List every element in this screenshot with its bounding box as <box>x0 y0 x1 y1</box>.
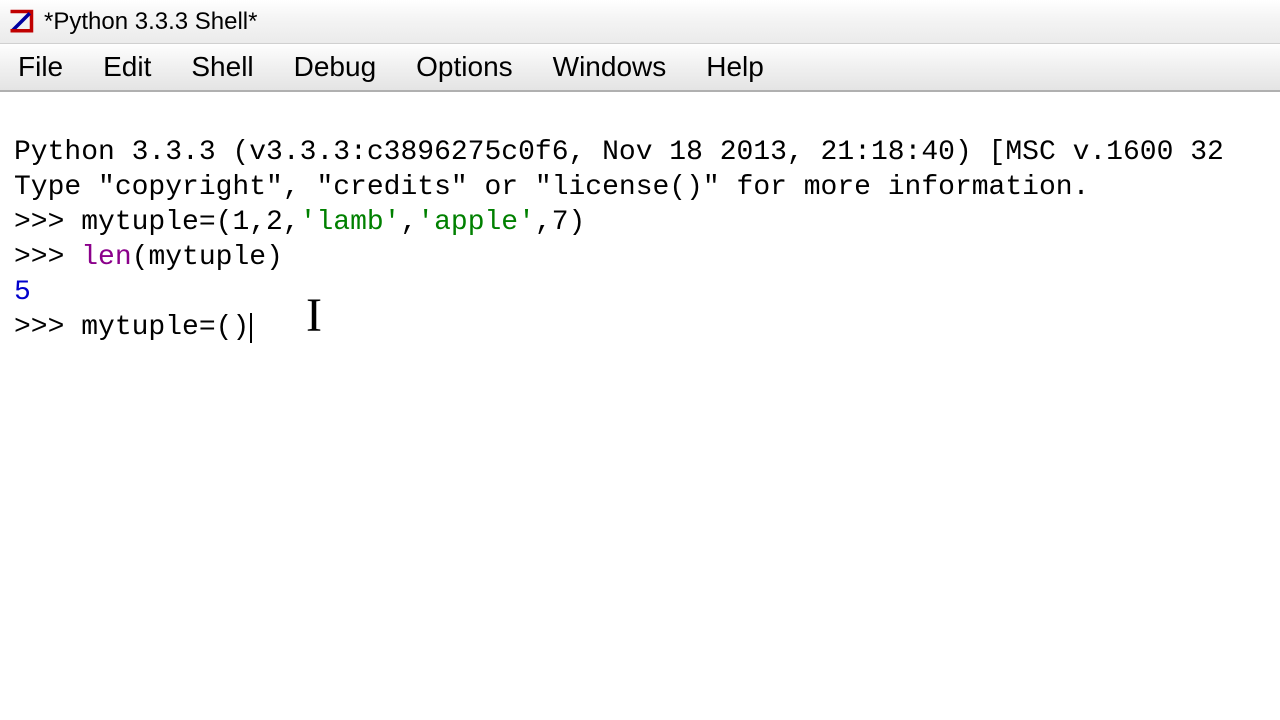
code-text: mytuple=(1,2, <box>81 207 299 238</box>
menubar: File Edit Shell Debug Options Windows He… <box>0 44 1280 92</box>
titlebar: *Python 3.3.3 Shell* <box>0 0 1280 44</box>
ibeam-cursor-icon: I <box>306 292 322 340</box>
menu-windows[interactable]: Windows <box>547 47 673 87</box>
menu-options[interactable]: Options <box>410 47 519 87</box>
text-caret <box>250 313 252 343</box>
code-text: , <box>400 207 417 238</box>
builtin-name: len <box>81 242 131 273</box>
app-icon <box>6 7 36 37</box>
prompt: >>> <box>14 312 81 343</box>
code-text: ,7) <box>535 207 585 238</box>
string-literal: 'lamb' <box>300 207 401 238</box>
window-title: *Python 3.3.3 Shell* <box>44 8 257 36</box>
banner-line-2: Type "copyright", "credits" or "license(… <box>14 172 1089 203</box>
prompt: >>> <box>14 242 81 273</box>
menu-shell[interactable]: Shell <box>185 47 259 87</box>
banner-line-1: Python 3.3.3 (v3.3.3:c3896275c0f6, Nov 1… <box>14 137 1224 168</box>
menu-edit[interactable]: Edit <box>97 47 157 87</box>
console-area[interactable]: Python 3.3.3 (v3.3.3:c3896275c0f6, Nov 1… <box>0 92 1280 388</box>
menu-debug[interactable]: Debug <box>288 47 383 87</box>
output-value: 5 <box>14 277 31 308</box>
code-text: mytuple=() <box>81 312 249 343</box>
menu-file[interactable]: File <box>12 47 69 87</box>
menu-help[interactable]: Help <box>700 47 770 87</box>
prompt: >>> <box>14 207 81 238</box>
code-text: (mytuple) <box>132 242 283 273</box>
string-literal: 'apple' <box>417 207 535 238</box>
